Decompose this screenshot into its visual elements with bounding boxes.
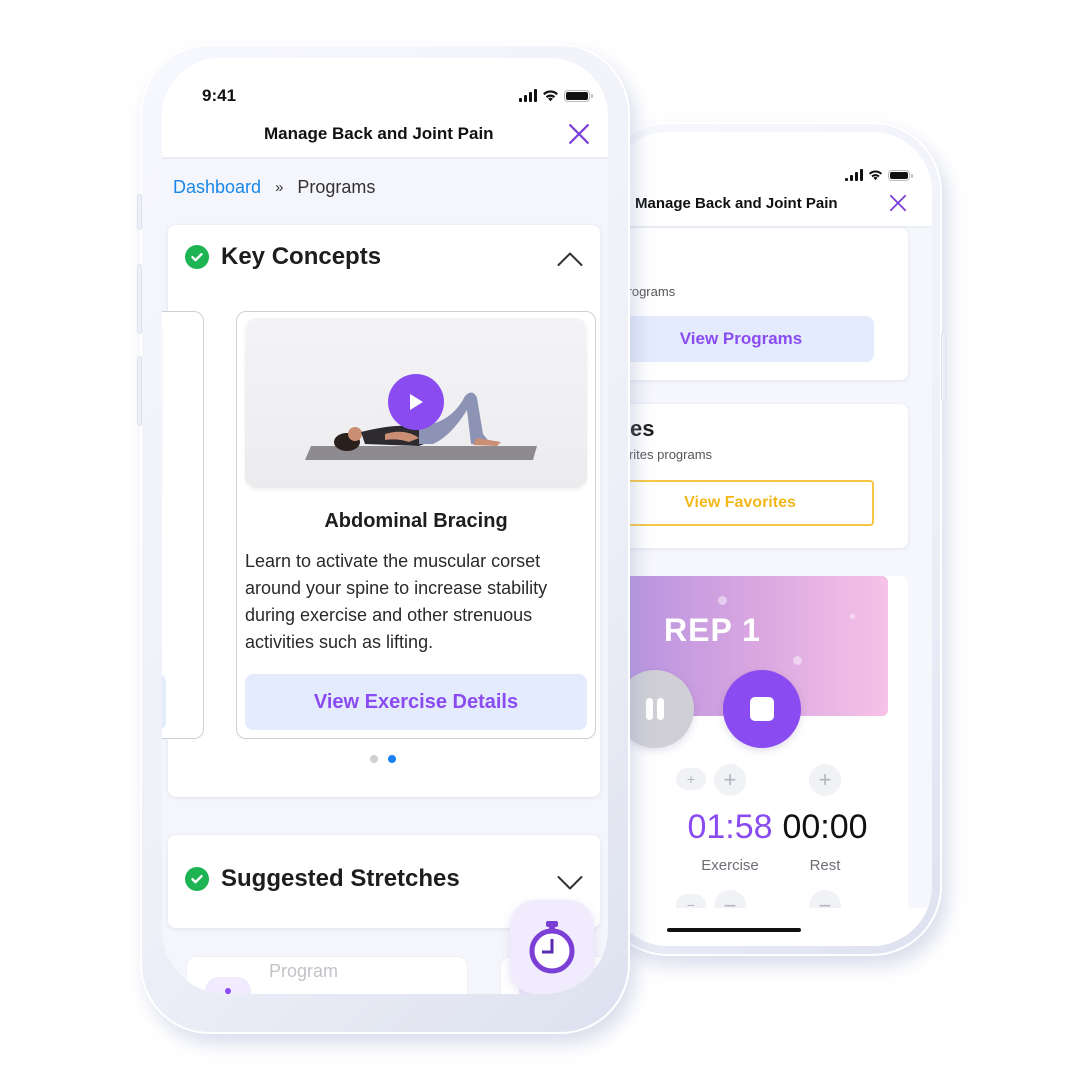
- rest-timer-value: 00:00: [782, 808, 868, 846]
- exercise-title: Abdominal Bracing: [324, 510, 508, 532]
- stopwatch-icon: [529, 921, 575, 974]
- rest-label: Rest: [809, 857, 841, 874]
- exercise-description: Learn to activate the muscular corset ar…: [245, 551, 548, 652]
- status-icons: [519, 88, 593, 102]
- signal-icon: [845, 169, 863, 181]
- battery-icon: [888, 169, 913, 181]
- program-icon: [205, 977, 251, 994]
- view-favorites-button[interactable]: View Favorites: [608, 480, 874, 526]
- program-kicker: Program: [269, 961, 339, 981]
- stretching-figure-icon: [225, 988, 231, 994]
- close-x-icon[interactable]: [568, 123, 590, 145]
- pagination-dot-active[interactable]: [388, 755, 396, 763]
- rep-label: REP 1: [664, 612, 761, 648]
- pause-icon: [646, 698, 664, 720]
- check-circle-icon: [185, 245, 209, 269]
- close-x-icon[interactable]: [889, 194, 907, 212]
- exercise-video-thumbnail[interactable]: [245, 318, 587, 488]
- right-phone-screen: Manage Back and Joint Pain d Programs Vi…: [608, 132, 932, 946]
- volume-down-button: [137, 356, 142, 426]
- rest-increment-button[interactable]: +: [809, 764, 841, 796]
- program-name: Key Concepts and: [269, 993, 391, 994]
- suggested-stretches-header[interactable]: Suggested Stretches: [185, 865, 460, 893]
- view-programs-button[interactable]: View Programs: [608, 316, 874, 362]
- home-indicator: [667, 928, 801, 932]
- right-phone-frame: Manage Back and Joint Pain d Programs Vi…: [598, 122, 946, 956]
- carousel-pagination: [370, 755, 396, 763]
- wifi-icon: [868, 170, 883, 181]
- previous-exercise-card[interactable]: in: [162, 311, 204, 739]
- stop-icon: [750, 697, 774, 721]
- chevron-down-icon[interactable]: [557, 875, 583, 891]
- mute-switch: [137, 194, 142, 230]
- breadcrumb-dashboard-link[interactable]: Dashboard: [173, 177, 261, 198]
- key-concepts-header[interactable]: Key Concepts: [185, 243, 381, 271]
- chevron-up-icon[interactable]: [557, 251, 583, 267]
- exercise-increment-button[interactable]: +: [714, 764, 746, 796]
- status-icons: [845, 169, 913, 181]
- key-concepts-section: Key Concepts in: [162, 225, 600, 797]
- view-exercise-details-button[interactable]: View Exercise Details: [245, 674, 587, 730]
- previous-card-button[interactable]: [162, 674, 166, 730]
- key-concepts-title: Key Concepts: [221, 243, 382, 270]
- suggested-stretches-title: Suggested Stretches: [221, 865, 460, 892]
- increment-button[interactable]: +: [676, 768, 706, 790]
- signal-icon: [519, 88, 537, 102]
- wifi-icon: [543, 90, 558, 102]
- status-time: 9:41: [202, 86, 237, 105]
- check-circle-icon: [185, 867, 209, 891]
- play-icon: [410, 394, 423, 410]
- workout-timer-card: REP 1 + + + 01:58 00:00 Exercise Rest − …: [608, 576, 908, 946]
- favorites-card: rites avorites programs View Favorites: [608, 404, 908, 548]
- home-area: [608, 908, 932, 946]
- right-nav-header: Manage Back and Joint Pain: [608, 132, 932, 228]
- left-phone-frame: 9:41 Manage Back and Joint Pain Dashboar…: [137, 44, 630, 1034]
- breadcrumb-current: Programs: [297, 177, 376, 197]
- left-nav-header: 9:41 Manage Back and Joint Pain: [162, 58, 608, 159]
- left-nav-title: Manage Back and Joint Pain: [264, 124, 494, 143]
- pagination-dot[interactable]: [370, 755, 378, 763]
- play-button[interactable]: [388, 374, 444, 430]
- program-card[interactable]: Program Key Concepts and: [186, 956, 468, 994]
- right-nav-title: Manage Back and Joint Pain: [635, 195, 838, 212]
- battery-icon: [564, 89, 593, 102]
- volume-up-button: [137, 264, 142, 334]
- exercise-card: Abdominal Bracing Learn to activate the …: [236, 311, 596, 739]
- timer-fab-button[interactable]: [510, 900, 594, 994]
- left-phone-screen: 9:41 Manage Back and Joint Pain Dashboar…: [162, 58, 608, 994]
- breadcrumb: Dashboard » Programs: [173, 177, 375, 198]
- programs-card: d Programs View Programs: [608, 228, 908, 380]
- power-button: [941, 332, 946, 402]
- stop-button[interactable]: [723, 670, 801, 748]
- breadcrumb-separator: »: [275, 179, 284, 196]
